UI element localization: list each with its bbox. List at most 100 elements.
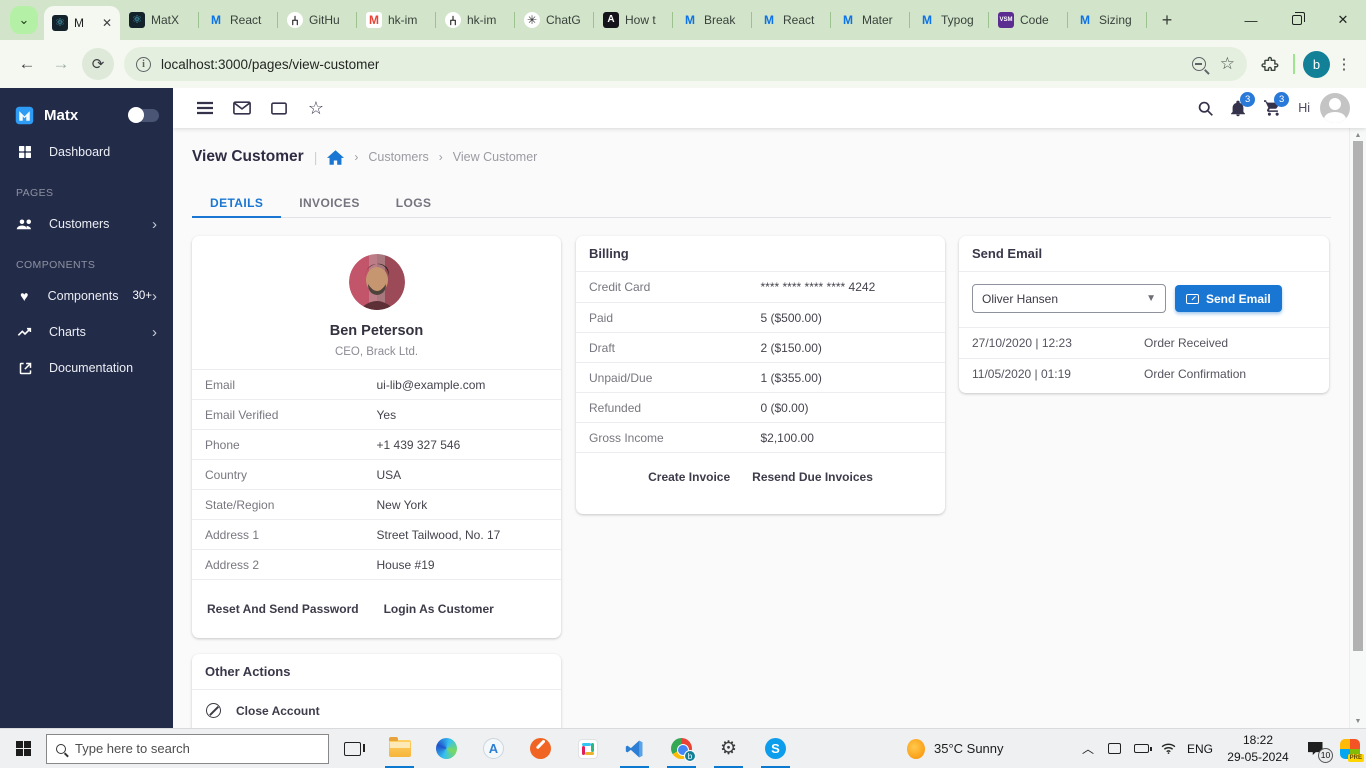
tablet-mode-icon[interactable]: [1106, 743, 1124, 754]
sidebar-item-components[interactable]: ♥ Components 30+ ›: [0, 278, 173, 314]
sidebar-item-charts[interactable]: Charts ›: [0, 314, 173, 350]
browser-tab[interactable]: MTypog: [910, 0, 989, 40]
browser-tab[interactable]: MSizing: [1068, 0, 1147, 40]
forward-button[interactable]: →: [44, 47, 78, 81]
wifi-icon[interactable]: [1160, 743, 1178, 754]
pen-app-button[interactable]: [517, 729, 564, 768]
cart-icon[interactable]: 3: [1258, 94, 1286, 122]
row-label: Unpaid/Due: [576, 371, 761, 385]
minimize-button[interactable]: —: [1228, 0, 1274, 40]
browser-tab[interactable]: MBreak: [673, 0, 752, 40]
vscode-button[interactable]: [611, 729, 658, 768]
scroll-down-arrow[interactable]: ▼: [1350, 714, 1366, 728]
tab-title: hk-im: [388, 13, 427, 27]
sidebar-item-dashboard[interactable]: Dashboard: [0, 134, 173, 170]
scrollbar-thumb[interactable]: [1353, 141, 1363, 651]
settings-button[interactable]: ⚙: [705, 729, 752, 768]
edge-button[interactable]: [423, 729, 470, 768]
send-email-button[interactable]: Send Email: [1175, 285, 1282, 312]
create-invoice-button[interactable]: Create Invoice: [640, 464, 738, 490]
url-text[interactable]: localhost:3000/pages/view-customer: [161, 57, 379, 72]
home-icon[interactable]: [327, 150, 344, 165]
zoom-out-icon[interactable]: [1192, 57, 1206, 71]
close-icon[interactable]: ✕: [102, 16, 112, 30]
browser-tab[interactable]: VSMCode: [989, 0, 1068, 40]
browser-tab[interactable]: Mhk-im: [357, 0, 436, 40]
history-subject: Order Confirmation: [1144, 367, 1329, 381]
mail-icon[interactable]: [229, 95, 255, 121]
sidebar-mode-toggle[interactable]: [131, 109, 159, 122]
star-outline-icon[interactable]: ☆: [303, 95, 329, 121]
sidebar-item-documentation[interactable]: Documentation: [0, 350, 173, 386]
close-account-button[interactable]: Close Account: [192, 690, 561, 728]
vertical-scrollbar[interactable]: ▲ ▼: [1349, 128, 1366, 728]
action-center-button[interactable]: 10: [1303, 737, 1327, 761]
tab-title: M: [74, 16, 98, 30]
browser-profile-avatar[interactable]: b: [1303, 51, 1330, 78]
taskbar-search[interactable]: [46, 734, 329, 764]
browser-menu-icon[interactable]: ⋮: [1330, 50, 1358, 78]
clock[interactable]: 18:22 29-05-2024: [1222, 732, 1294, 764]
row-label: Email Verified: [192, 408, 377, 422]
browser-tab[interactable]: MMater: [831, 0, 910, 40]
browser-tab[interactable]: AHow t: [594, 0, 673, 40]
row-value: 0 ($0.00): [761, 401, 946, 415]
breadcrumb-customers[interactable]: Customers: [368, 150, 428, 164]
reset-password-button[interactable]: Reset And Send Password: [199, 596, 367, 622]
customer-role: CEO, Brack Ltd.: [335, 346, 418, 358]
tab-invoices[interactable]: INVOICES: [281, 188, 378, 217]
recipient-select[interactable]: Oliver Hansen ▼: [972, 284, 1166, 313]
browser-tab[interactable]: MReact: [199, 0, 278, 40]
site-info-icon[interactable]: i: [136, 57, 151, 72]
chrome-button[interactable]: b: [658, 729, 705, 768]
browser-tab[interactable]: ✳ChatG: [515, 0, 594, 40]
app-a-button[interactable]: A: [470, 729, 517, 768]
extensions-icon[interactable]: [1255, 49, 1285, 79]
browser-tab[interactable]: MReact: [752, 0, 831, 40]
table-row: Unpaid/Due1 ($355.00): [576, 362, 945, 392]
close-window-button[interactable]: ✕: [1320, 0, 1366, 40]
taskbar-search-input[interactable]: [75, 741, 319, 756]
cart-badge: 3: [1274, 92, 1289, 107]
tab-search-button[interactable]: ⌄: [10, 6, 38, 34]
sidebar-item-label: Dashboard: [49, 145, 110, 159]
heart-icon: ♥: [16, 288, 33, 304]
browser-tab[interactable]: ⑃GitHu: [278, 0, 357, 40]
back-button[interactable]: ←: [10, 47, 44, 81]
taskbar-weather[interactable]: 35°C Sunny: [907, 739, 1004, 759]
task-view-button[interactable]: [329, 729, 376, 768]
bookmark-star-icon[interactable]: ☆: [1220, 54, 1235, 74]
tab-details[interactable]: DETAILS: [192, 188, 281, 217]
restore-button[interactable]: [1274, 0, 1320, 40]
battery-icon[interactable]: [1133, 744, 1151, 753]
browser-tab[interactable]: ⑃hk-im: [436, 0, 515, 40]
copilot-icon[interactable]: PRE: [1340, 739, 1360, 759]
reload-button[interactable]: ⟳: [82, 48, 114, 80]
scroll-up-arrow[interactable]: ▲: [1350, 128, 1366, 142]
menu-hamburger-icon[interactable]: [192, 95, 218, 121]
table-row: Gross Income$2,100.00: [576, 422, 945, 452]
sidebar-item-customers[interactable]: Customers ›: [0, 206, 173, 242]
browser-tab[interactable]: ⚛MatX: [120, 0, 199, 40]
row-label: Address 1: [192, 528, 377, 542]
language-indicator[interactable]: ENG: [1187, 742, 1213, 756]
chrome-icon: b: [671, 738, 692, 759]
fullscreen-icon[interactable]: [266, 95, 292, 121]
user-avatar[interactable]: [1320, 93, 1350, 123]
notifications-bell[interactable]: 3: [1224, 94, 1252, 122]
resend-due-invoices-button[interactable]: Resend Due Invoices: [744, 464, 881, 490]
browser-tab-active[interactable]: ⚛ M ✕: [44, 6, 120, 40]
chevron-right-icon: ›: [152, 216, 157, 233]
new-tab-button[interactable]: +: [1153, 6, 1181, 34]
file-explorer-button[interactable]: [376, 729, 423, 768]
address-bar[interactable]: i localhost:3000/pages/view-customer ☆: [124, 47, 1247, 81]
slack-button[interactable]: [564, 729, 611, 768]
skype-button[interactable]: S: [752, 729, 799, 768]
search-icon[interactable]: [1192, 95, 1218, 121]
login-as-customer-button[interactable]: Login As Customer: [376, 596, 502, 622]
start-button[interactable]: [0, 729, 46, 768]
tab-logs[interactable]: LOGS: [378, 188, 450, 217]
sidebar-item-label: Customers: [49, 217, 109, 231]
tray-expand-icon[interactable]: ︿: [1079, 740, 1097, 757]
window-controls: — ✕: [1228, 0, 1366, 40]
